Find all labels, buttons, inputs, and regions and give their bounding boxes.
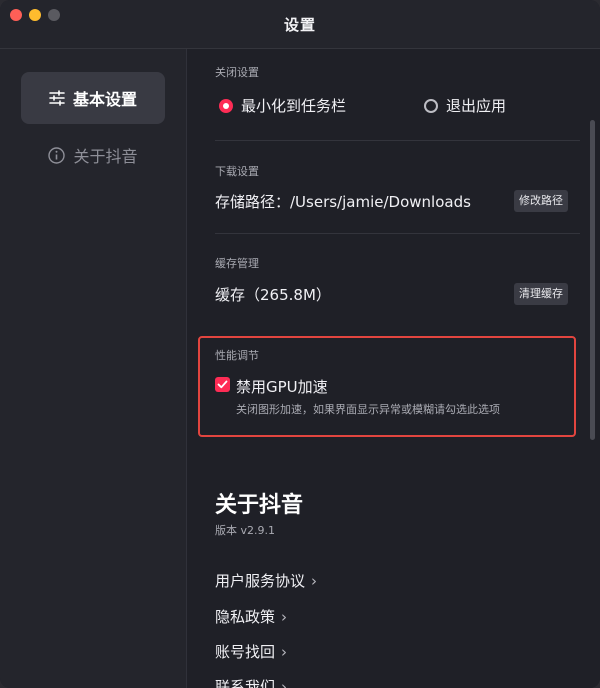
radio-quit-app[interactable]: 退出应用 [424,95,506,116]
change-path-button[interactable]: 修改路径 [514,190,568,212]
divider [215,140,580,141]
window-title: 设置 [283,16,316,34]
sidebar-item-label: 基本设置 [72,90,137,109]
about-title: 关于抖音 [215,493,304,518]
cache-size: 缓存（265.8M） [215,286,331,304]
storage-path: 存储路径：/Users/jamie/Downloads [215,193,471,211]
sidebar-item-about[interactable]: 关于抖音 [21,129,165,181]
link-label: 用户服务协议 [215,572,306,590]
disable-gpu-description: 关闭图形加速，如果界面显示异常或模糊请勾选此选项 [236,403,500,416]
info-icon [48,146,66,164]
radio-selected-icon [219,98,233,113]
disable-gpu-checkbox[interactable] [215,377,230,392]
chevron-right-icon: › [281,607,288,626]
section-title-download: 下载设置 [215,165,259,178]
sliders-icon [49,90,65,106]
settings-window: 设置 基本设置 关于抖音 关闭设置 最小化到任务栏 退出应用 下载设置 存储路径… [0,0,600,688]
scrollbar[interactable] [590,120,595,440]
version-label: 版本 v2.9.1 [215,524,275,537]
section-title-cache: 缓存管理 [215,257,259,270]
radio-label: 退出应用 [446,97,507,115]
chevron-right-icon: › [281,677,288,688]
divider [215,233,580,234]
clear-cache-button[interactable]: 清理缓存 [514,283,568,305]
radio-unselected-icon [424,98,438,113]
settings-content: 关闭设置 最小化到任务栏 退出应用 下载设置 存储路径：/Users/jamie… [187,49,600,688]
disable-gpu-label: 禁用GPU加速 [236,378,328,396]
link-user-agreement[interactable]: 用户服务协议 › [215,570,317,591]
section-title-performance: 性能调节 [215,349,259,362]
link-contact-us[interactable]: 联系我们 › [215,676,287,688]
chevron-right-icon: › [281,642,288,661]
checkmark-icon [217,380,228,389]
sidebar-item-label: 关于抖音 [73,147,138,166]
link-label: 联系我们 [215,678,276,688]
link-account-recovery[interactable]: 账号找回 › [215,641,287,662]
section-title-close: 关闭设置 [215,66,259,79]
chevron-right-icon: › [311,571,318,590]
radio-label: 最小化到任务栏 [241,97,347,115]
sidebar-item-basic-settings[interactable]: 基本设置 [21,72,165,124]
radio-minimize-to-taskbar[interactable]: 最小化到任务栏 [219,95,346,116]
title-bar: 设置 [0,0,600,49]
link-label: 隐私政策 [215,608,276,626]
sidebar: 基本设置 关于抖音 [0,49,187,688]
link-privacy-policy[interactable]: 隐私政策 › [215,606,287,627]
link-label: 账号找回 [215,643,276,661]
